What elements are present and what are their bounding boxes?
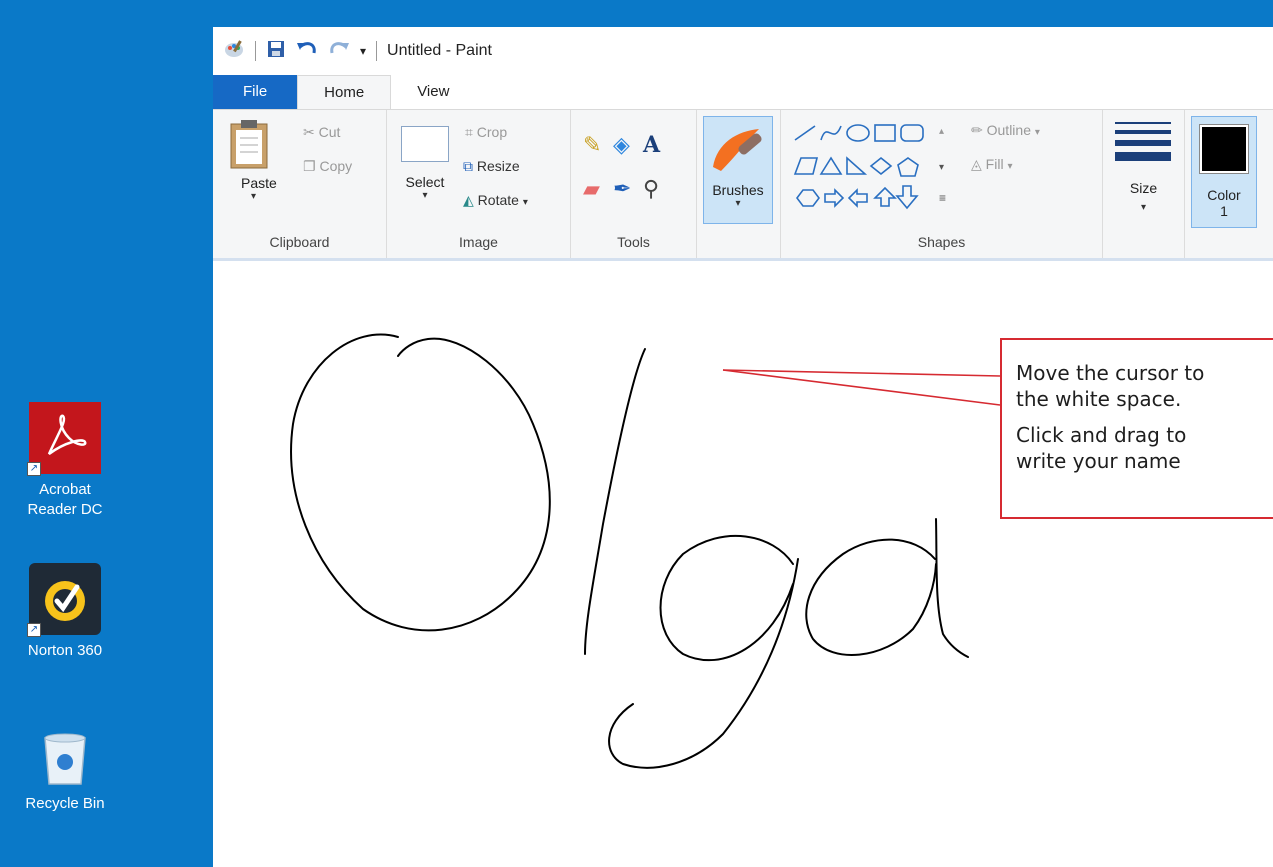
outline-button[interactable]: ✏ Outline ▾ [971,122,1040,139]
svg-text:▴: ▴ [939,126,944,137]
tab-view[interactable]: View [391,75,475,109]
svg-text:≡: ≡ [939,191,946,205]
group-brushes: Brushes ▾ [697,110,781,258]
title-bar: ▾ Untitled - Paint [213,27,1273,75]
group-label-tools: Tools [617,234,650,250]
copy-label: Copy [319,158,353,174]
separator [376,41,378,61]
desktop-icon-label: Reader DC [27,501,103,518]
select-button[interactable]: Select ▾ [401,126,449,201]
resize-icon: ⧉ [463,158,473,174]
select-rectangle-icon [401,126,449,162]
desktop-icon-label: Norton 360 [27,642,103,659]
desktop-icon-acrobat[interactable]: ↗ Acrobat Reader DC [10,402,120,520]
group-clipboard: Paste ▾ ✂ Cut ❐ Copy Clipboard [213,110,387,258]
tab-file[interactable]: File [213,75,298,109]
ribbon-tabs: File Home View [213,75,1273,109]
norton-icon: ↗ [27,563,101,637]
eraser-icon[interactable]: ▰ [583,176,613,202]
paste-icon [230,120,268,169]
color1-button[interactable]: Color 1 [1191,116,1257,228]
paint-window: ▾ Untitled - Paint File Home View Paste … [213,27,1273,867]
crop-icon: ⌗ [465,124,473,140]
copy-button[interactable]: ❐ Copy [303,158,352,175]
crop-label: Crop [476,124,508,140]
fill-button[interactable]: ◬ Fill ▾ [971,156,1012,173]
instruction-callout: Move the cursor to the white space. Clic… [1000,338,1273,519]
ribbon-home: Paste ▾ ✂ Cut ❐ Copy Clipboard Select ▾ … [213,109,1273,261]
cut-label: Cut [318,124,341,140]
group-label-image: Image [459,234,498,250]
group-size[interactable]: Size ▾ [1103,110,1185,258]
group-label-clipboard: Clipboard [269,234,330,250]
fill-icon: ◬ [971,156,982,172]
svg-text:▾: ▾ [939,162,944,173]
scissors-icon: ✂ [303,124,315,140]
brushes-label: Brushes [712,182,764,198]
rotate-dropdown-icon[interactable]: ▾ [523,197,528,208]
paint-app-icon[interactable] [223,38,245,65]
callout-line: Move the cursor to [1016,361,1205,385]
fill-bucket-icon[interactable]: ◈ [613,132,643,158]
select-label: Select [405,174,445,190]
group-color1: Color 1 [1185,110,1273,258]
rotate-icon: ◭ [463,192,474,208]
text-icon[interactable]: A [643,132,673,158]
group-image: Select ▾ ⌗ Crop ⧉ Resize ◭ Rotate ▾ Imag… [387,110,571,258]
fill-label: Fill [985,156,1004,172]
window-title: Untitled - Paint [387,42,492,59]
color1-number: 1 [1220,203,1228,219]
desktop-icon-label: Recycle Bin [25,795,105,812]
rotate-label: Rotate [477,192,519,208]
color-picker-icon[interactable]: ✒ [613,176,643,202]
desktop-icon-label: Acrobat [39,481,91,498]
select-dropdown-icon[interactable]: ▾ [401,190,449,201]
cut-button[interactable]: ✂ Cut [303,124,340,141]
magnifier-icon[interactable]: ⚲ [643,176,673,202]
color1-label: Color [1207,187,1241,203]
desktop-icon-recycle-bin[interactable]: Recycle Bin [10,728,120,814]
color1-swatch [1199,124,1249,174]
paste-label: Paste [241,175,277,191]
callout-line: the white space. [1016,387,1182,411]
brushes-button[interactable]: Brushes ▾ [703,116,773,224]
size-label: Size [1129,180,1158,196]
customize-quick-access-icon[interactable]: ▾ [360,44,366,58]
desktop-icon-norton[interactable]: ↗ Norton 360 [10,563,120,661]
rotate-button[interactable]: ◭ Rotate ▾ [463,192,528,209]
tab-home[interactable]: Home [297,75,392,109]
size-dropdown-icon: ▾ [1140,202,1147,213]
resize-button[interactable]: ⧉ Resize [463,158,520,175]
acrobat-icon: ↗ [27,402,101,476]
crop-button[interactable]: ⌗ Crop [465,124,507,141]
paste-dropdown-icon[interactable]: ▾ [251,191,289,202]
pencil-icon[interactable]: ✎ [583,132,613,158]
paste-button[interactable]: Paste ▾ [229,118,289,202]
redo-icon[interactable] [328,39,350,64]
group-tools: ✎ ◈ A ▰ ✒ ⚲ Tools [571,110,697,258]
copy-icon: ❐ [303,158,316,174]
brush-icon [713,129,762,171]
separator [255,41,256,61]
save-icon[interactable] [266,39,286,64]
callout-line: Click and drag to [1016,423,1187,447]
outline-label: Outline [986,122,1031,138]
callout-line: write your name [1016,449,1181,473]
group-shapes: ▴ ▾ ≡ ✏ Outline ▾ ◬ Fill ▾ Shapes [781,110,1103,258]
shortcut-arrow-icon: ↗ [27,623,41,637]
shapes-gallery[interactable]: ▴ ▾ ≡ [791,120,961,214]
shortcut-arrow-icon: ↗ [27,462,41,476]
quick-access-toolbar: ▾ [223,38,378,65]
undo-icon[interactable] [296,39,318,64]
outline-icon: ✏ [971,122,983,138]
resize-label: Resize [476,158,520,174]
recycle-bin-icon [37,728,93,788]
group-label-shapes: Shapes [917,234,966,250]
size-lines-icon [1115,122,1171,161]
brushes-dropdown-icon[interactable]: ▾ [704,198,772,209]
